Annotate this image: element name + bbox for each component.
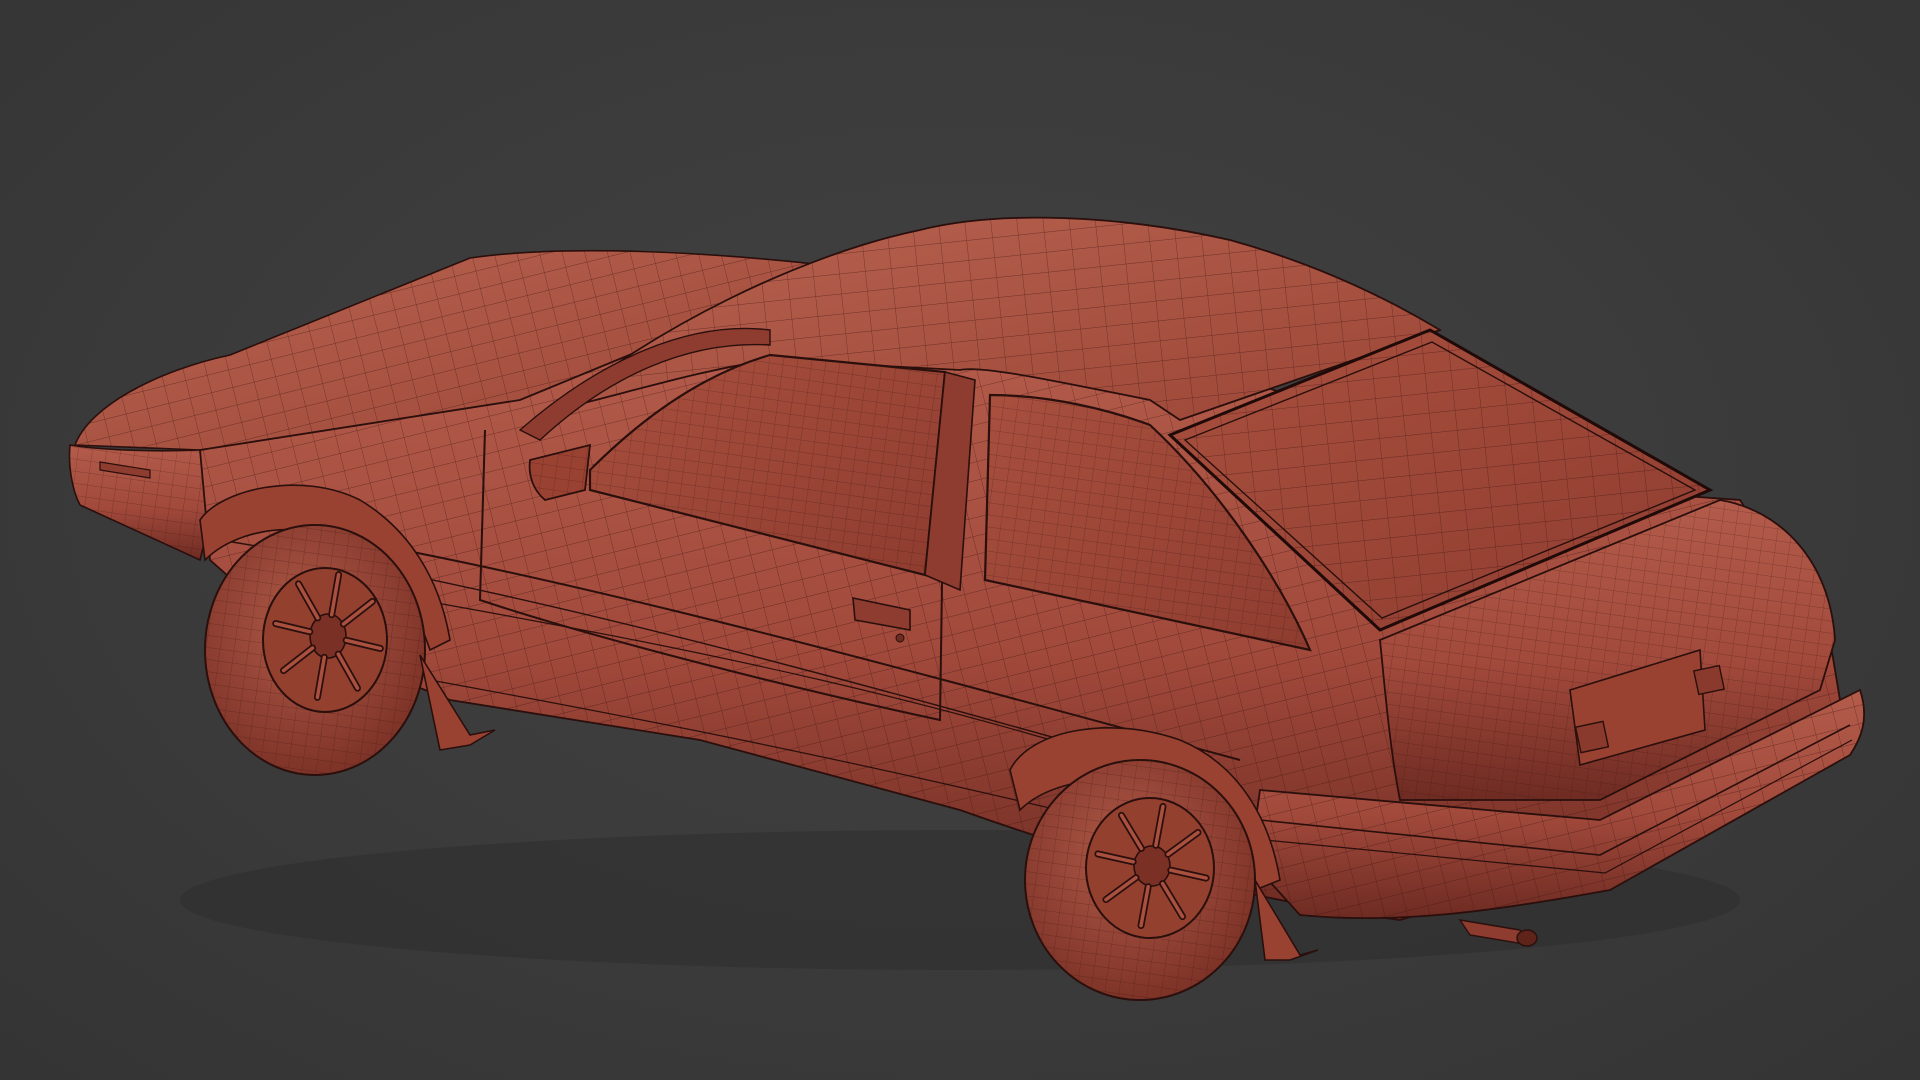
3d-viewport[interactable] <box>0 0 1920 1080</box>
rear-wheel <box>1024 759 1256 1001</box>
door-lock <box>895 633 905 643</box>
tail-light-left <box>1574 720 1610 754</box>
tail-light-right <box>1692 664 1726 696</box>
car-render <box>0 0 1920 1001</box>
